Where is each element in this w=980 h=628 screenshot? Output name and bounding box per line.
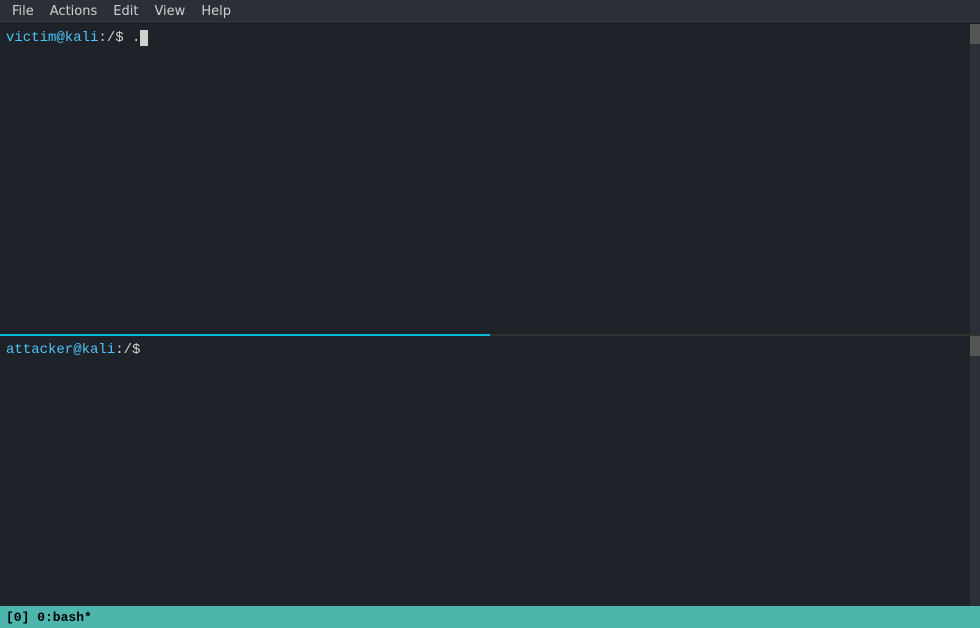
victim-user: victim@kali	[6, 28, 98, 48]
cursor-top	[140, 30, 148, 46]
scrollbar-thumb-top[interactable]	[970, 24, 980, 44]
menu-actions[interactable]: Actions	[42, 0, 106, 24]
victim-prompt-line: victim@kali:/$ .	[6, 28, 974, 48]
status-text: [0] 0:bash*	[6, 610, 92, 625]
terminal-container: victim@kali:/$ . attacker@kali:/$	[0, 24, 980, 606]
scrollbar-top[interactable]	[970, 24, 980, 334]
menu-file[interactable]: File	[4, 0, 42, 24]
statusbar: [0] 0:bash*	[0, 606, 980, 628]
victim-input: .	[124, 28, 141, 48]
scrollbar-bottom[interactable]	[970, 336, 980, 606]
victim-dollar: $	[115, 28, 123, 48]
menubar: File Actions Edit View Help	[0, 0, 980, 24]
victim-path: :/	[98, 28, 115, 48]
attacker-user: attacker@kali	[6, 340, 115, 360]
menu-help[interactable]: Help	[193, 0, 239, 24]
attacker-path: :/	[115, 340, 132, 360]
terminal-pane-bottom[interactable]: attacker@kali:/$	[0, 336, 980, 606]
scrollbar-thumb-bottom[interactable]	[970, 336, 980, 356]
menu-edit[interactable]: Edit	[105, 0, 146, 24]
menu-view[interactable]: View	[146, 0, 193, 24]
attacker-dollar: $	[132, 340, 140, 360]
terminal-pane-top[interactable]: victim@kali:/$ .	[0, 24, 980, 334]
attacker-prompt-line: attacker@kali:/$	[6, 340, 974, 360]
